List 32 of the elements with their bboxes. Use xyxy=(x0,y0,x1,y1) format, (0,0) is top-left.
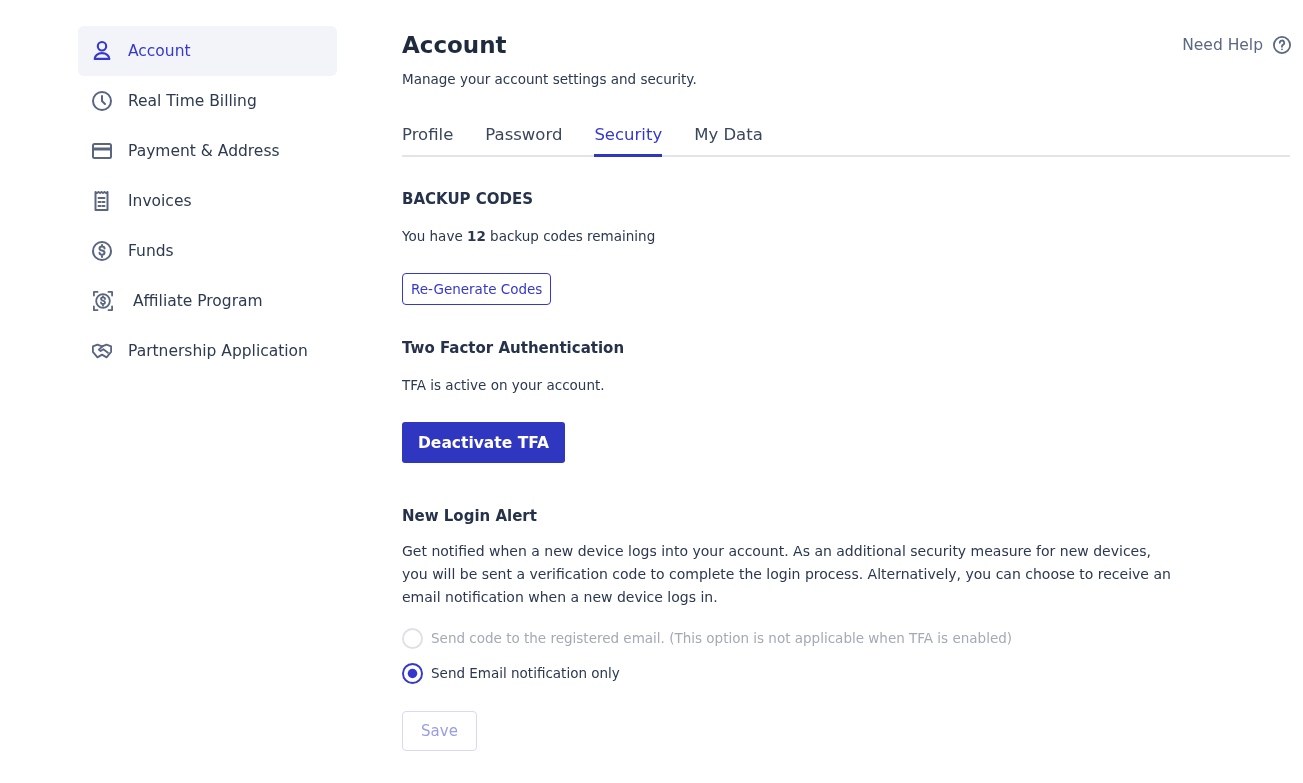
tab[interactable]: My Data xyxy=(694,125,763,157)
clock-icon xyxy=(92,91,112,111)
login-alert-description: Get notified when a new device logs into your account. As an additional security measure for new devices, you will be sent a verification code to complete the login process. Alternatively, you can choose to receive an email notification when a new device logs in. xyxy=(402,542,1172,607)
sidebar-item[interactable]: Payment & Address xyxy=(78,126,337,176)
radio-option[interactable]: Send Email notification only xyxy=(402,662,620,684)
sidebar-item[interactable]: Account xyxy=(78,26,337,76)
tab[interactable]: Password xyxy=(485,125,563,157)
dollar-coin-icon xyxy=(92,241,112,261)
regenerate-codes-button[interactable]: Re-Generate Codes xyxy=(402,273,552,305)
sidebar-item[interactable]: Invoices xyxy=(78,176,337,226)
help-icon xyxy=(1273,36,1291,54)
handshake-icon xyxy=(92,341,112,361)
section-heading: New Login Alert xyxy=(402,506,537,526)
receipt-icon xyxy=(94,191,109,211)
tab[interactable]: Profile xyxy=(402,125,454,157)
sidebar-item[interactable]: Funds xyxy=(78,226,337,276)
section-heading: BACKUP CODES xyxy=(402,189,534,209)
radio-button[interactable] xyxy=(402,662,423,684)
credit-card-icon xyxy=(92,141,112,161)
dollar-coin-icon xyxy=(92,291,114,311)
page-title: Account xyxy=(402,31,507,60)
backup-codes-text: You have 12 backup codes remaining xyxy=(402,227,656,246)
tab[interactable]: Security xyxy=(594,125,663,157)
page-subtitle: Manage your account settings and security. xyxy=(402,70,697,89)
sidebar-item[interactable]: Partnership Application xyxy=(78,326,337,376)
section-heading: Two Factor Authentication xyxy=(402,338,625,358)
sidebar-item[interactable]: Real Time Billing xyxy=(78,76,337,126)
person-icon xyxy=(92,41,112,61)
help-link[interactable]: Need Help xyxy=(1182,36,1291,54)
deactivate-tfa-button[interactable]: Deactivate TFA xyxy=(402,422,565,463)
tfa-status-text: TFA is active on your account. xyxy=(402,376,605,395)
sidebar-item[interactable]: Affiliate Program xyxy=(78,276,337,326)
